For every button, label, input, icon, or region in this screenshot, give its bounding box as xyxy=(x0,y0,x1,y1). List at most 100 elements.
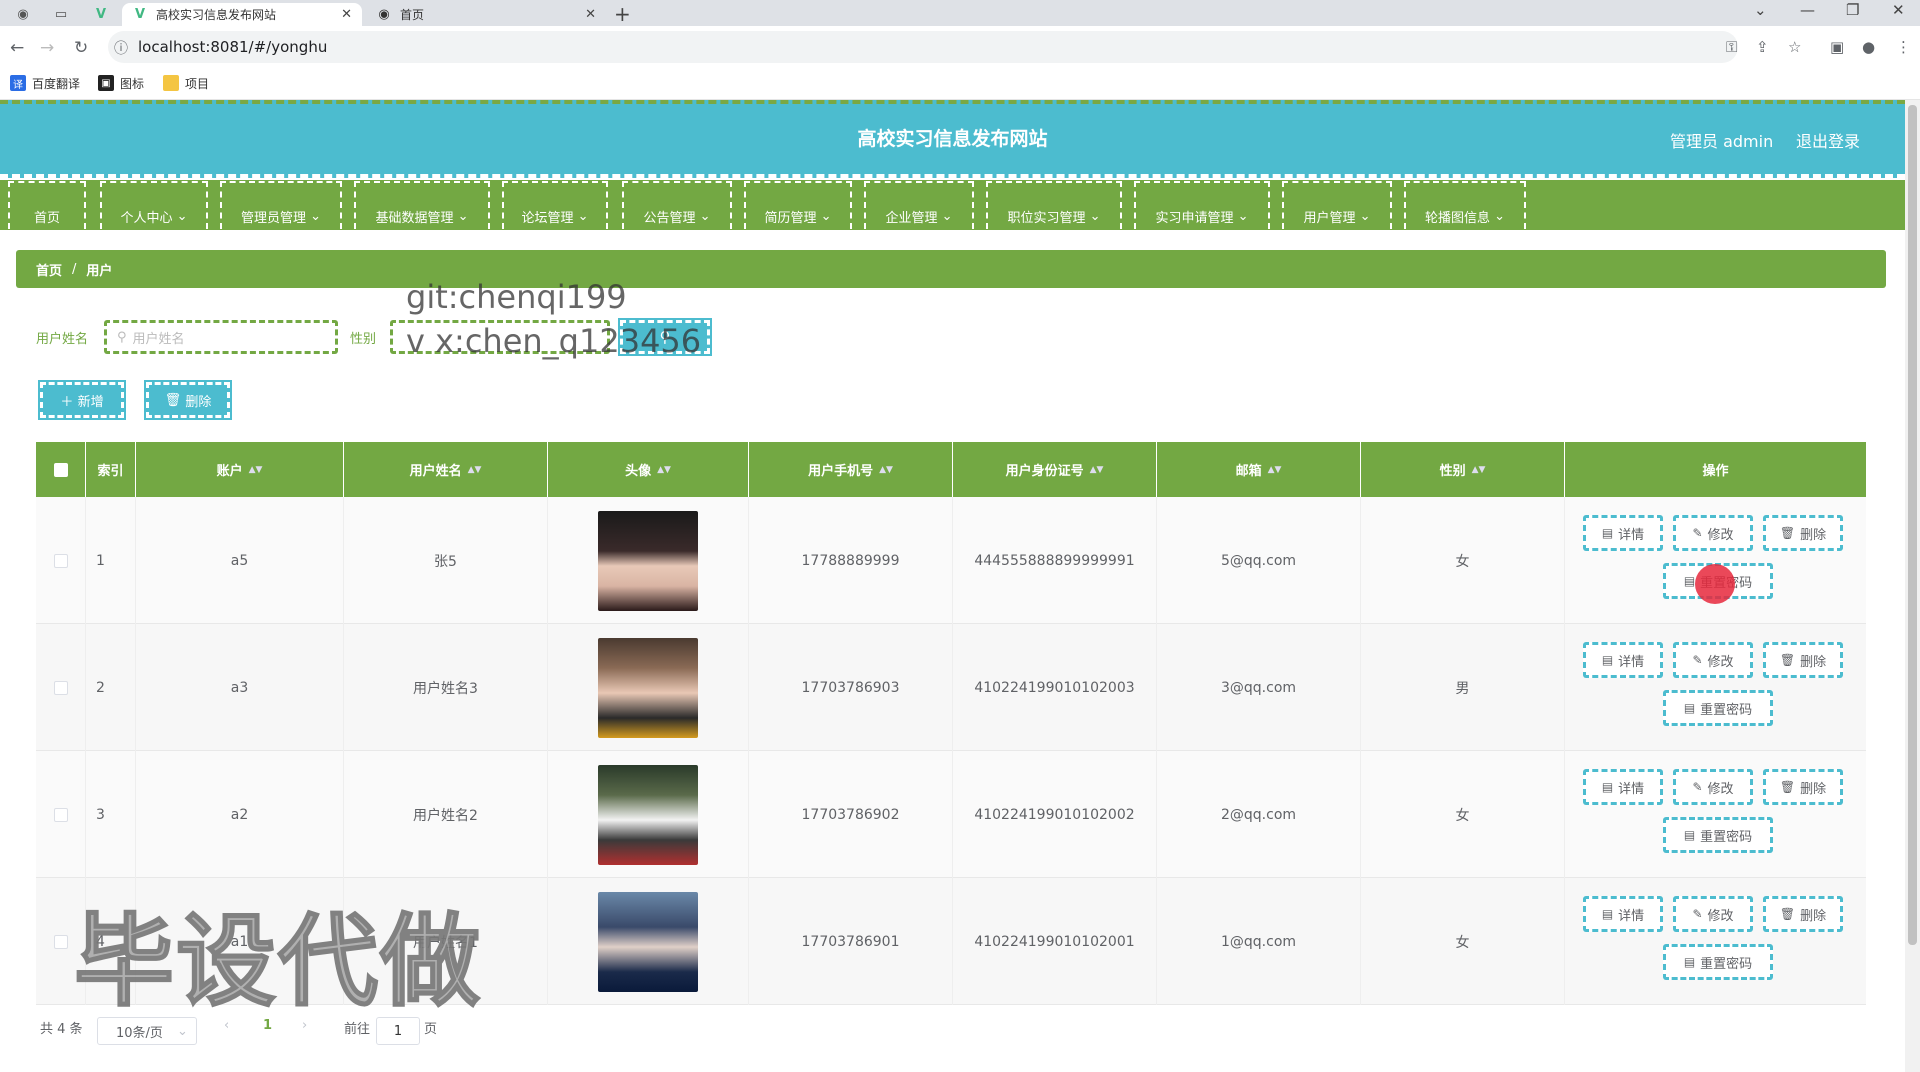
row-checkbox[interactable] xyxy=(53,807,68,822)
column-header[interactable]: 用户姓名 ▲▼ xyxy=(344,442,548,497)
delete-button[interactable]: 🗑 删除 xyxy=(1763,642,1843,678)
menu-item-profile[interactable]: 个人中心 ⌄ xyxy=(100,181,208,229)
menu-item-notice[interactable]: 公告管理 ⌄ xyxy=(622,181,732,229)
edit-button[interactable]: ✎ 修改 xyxy=(1673,896,1753,932)
column-header[interactable]: 性别 ▲▼ xyxy=(1361,442,1565,497)
cell-account: a3 xyxy=(136,624,344,751)
column-header[interactable]: 头像 ▲▼ xyxy=(548,442,749,497)
cell-account: a5 xyxy=(136,497,344,624)
vue-logo-icon: V xyxy=(134,7,146,22)
menu-item-carousel[interactable]: 轮播图信息 ⌄ xyxy=(1404,181,1526,229)
info-icon[interactable]: ⓘ xyxy=(114,38,128,58)
menu-item-application[interactable]: 实习申请管理 ⌄ xyxy=(1134,181,1270,229)
star-icon[interactable]: ☆ xyxy=(1788,38,1801,56)
minimize-icon[interactable]: — xyxy=(1800,1,1815,19)
globe-icon[interactable]: ◉ xyxy=(10,3,36,25)
close-icon[interactable]: ✕ xyxy=(341,7,352,22)
scrollbar-thumb[interactable] xyxy=(1908,105,1917,945)
url-text[interactable]: localhost:8081/#/yonghu xyxy=(138,38,327,56)
column-header[interactable]: 邮箱 ▲▼ xyxy=(1157,442,1361,497)
menu-item-basic-data[interactable]: 基础数据管理 ⌄ xyxy=(354,181,490,229)
close-window-icon[interactable]: ✕ xyxy=(1892,1,1905,19)
globe-icon: ◉ xyxy=(378,7,390,22)
table-row: 1 a5 张5 17788889999 444555888899999991 5@qq.c… xyxy=(36,497,1866,624)
column-header[interactable]: 账户 ▲▼ xyxy=(136,442,344,497)
bookmark-item[interactable]: ▣ 图标 xyxy=(98,72,144,94)
sort-icon: ▲▼ xyxy=(879,464,893,475)
browser-tab[interactable]: ◉ 首页 ✕ xyxy=(366,3,606,26)
row-checkbox[interactable] xyxy=(53,680,68,695)
column-header: 操作 xyxy=(1702,464,1729,479)
avatar[interactable] xyxy=(598,637,698,738)
cell-email: 1@qq.com xyxy=(1157,878,1361,1005)
sidepanel-icon[interactable]: ▣ xyxy=(1830,38,1844,56)
menu-item-resume[interactable]: 简历管理 ⌄ xyxy=(744,181,852,229)
reload-icon[interactable]: ↻ xyxy=(74,38,88,58)
detail-button[interactable]: ▤ 详情 xyxy=(1583,769,1663,805)
select-all-checkbox[interactable] xyxy=(53,462,68,477)
cell-idcard: 410224199010102002 xyxy=(953,751,1157,878)
row-checkbox[interactable] xyxy=(53,553,68,568)
menu-item-admin[interactable]: 管理员管理 ⌄ xyxy=(220,181,342,229)
cell-gender: 女 xyxy=(1361,751,1565,878)
batch-delete-button[interactable]: 🗑 删除 xyxy=(144,380,232,420)
menu-item-user[interactable]: 用户管理 ⌄ xyxy=(1282,181,1392,229)
share-icon[interactable]: ⇪ xyxy=(1756,38,1769,56)
page-number[interactable]: 1 xyxy=(263,1018,272,1033)
blank-tab-icon[interactable]: ▭ xyxy=(48,3,74,25)
button-label: 详情 xyxy=(1618,781,1645,797)
reset-password-button[interactable]: ▤ 重置密码 xyxy=(1663,690,1773,726)
avatar[interactable] xyxy=(598,510,698,611)
detail-button[interactable]: ▤ 详情 xyxy=(1583,515,1663,551)
cell-email: 3@qq.com xyxy=(1157,624,1361,751)
vue-logo-icon[interactable]: V xyxy=(88,3,114,25)
menu-item-forum[interactable]: 论坛管理 ⌄ xyxy=(502,181,608,229)
bookmark-item[interactable]: 译百度翻译 xyxy=(10,72,80,94)
button-label: 重置密码 xyxy=(1700,702,1753,718)
detail-button[interactable]: ▤ 详情 xyxy=(1583,642,1663,678)
page-size-select[interactable]: 10条/页 ⌄ xyxy=(97,1017,197,1045)
column-header[interactable]: 用户手机号 ▲▼ xyxy=(749,442,953,497)
edit-button[interactable]: ✎ 修改 xyxy=(1673,769,1753,805)
name-label: 用户姓名 xyxy=(36,332,89,347)
avatar[interactable] xyxy=(598,891,698,992)
profile-icon[interactable]: ● xyxy=(1862,38,1875,56)
delete-button[interactable]: 🗑 删除 xyxy=(1763,896,1843,932)
prev-page-icon[interactable]: ‹ xyxy=(224,1018,229,1033)
next-page-icon[interactable]: › xyxy=(302,1018,307,1033)
new-tab-icon[interactable]: + xyxy=(614,2,631,26)
more-icon[interactable]: ⋮ xyxy=(1896,38,1911,56)
bookmark-item[interactable]: 项目 xyxy=(163,72,209,94)
close-icon[interactable]: ✕ xyxy=(585,7,596,22)
restore-icon[interactable]: ❐ xyxy=(1846,1,1859,19)
column-header[interactable]: 用户身份证号 ▲▼ xyxy=(953,442,1157,497)
delete-button[interactable]: 🗑 删除 xyxy=(1763,515,1843,551)
edit-button[interactable]: ✎ 修改 xyxy=(1673,515,1753,551)
url-box[interactable] xyxy=(108,31,1738,63)
menu-item-internship[interactable]: 职位实习管理 ⌄ xyxy=(986,181,1122,229)
chevron-down-icon: ⌄ xyxy=(176,1023,188,1039)
detail-button[interactable]: ▤ 详情 xyxy=(1583,896,1663,932)
forward-arrow-icon[interactable]: → xyxy=(40,38,54,58)
delete-button[interactable]: 🗑 删除 xyxy=(1763,769,1843,805)
reset-password-button[interactable]: ▤ 重置密码 xyxy=(1663,817,1773,853)
reset-password-button[interactable]: ▤ 重置密码 xyxy=(1663,944,1773,980)
cell-avatar xyxy=(548,878,749,1005)
key-icon[interactable]: ⚿ xyxy=(1726,38,1737,56)
breadcrumb-home[interactable]: 首页 xyxy=(36,260,62,279)
goto-page-input[interactable]: 1 xyxy=(376,1017,420,1045)
avatar[interactable] xyxy=(598,764,698,865)
back-arrow-icon[interactable]: ← xyxy=(10,38,24,58)
chevron-down-icon[interactable]: ⌄ xyxy=(1754,1,1767,19)
menu-item-company[interactable]: 企业管理 ⌄ xyxy=(864,181,974,229)
row-checkbox[interactable] xyxy=(53,934,68,949)
menu-item-home[interactable]: 首页 xyxy=(8,181,86,229)
edit-button[interactable]: ✎ 修改 xyxy=(1673,642,1753,678)
browser-tab-active[interactable]: V 高校实习信息发布网站 ✕ xyxy=(122,3,362,26)
logout-link[interactable]: 退出登录 xyxy=(1796,128,1860,152)
button-label: 删除 xyxy=(1800,527,1827,543)
name-search-input[interactable]: ⚲ 用户姓名 xyxy=(104,320,338,354)
button-label: 删除 xyxy=(1800,654,1827,670)
translate-icon: 译 xyxy=(10,75,26,91)
add-button[interactable]: ＋ 新增 xyxy=(38,380,126,420)
